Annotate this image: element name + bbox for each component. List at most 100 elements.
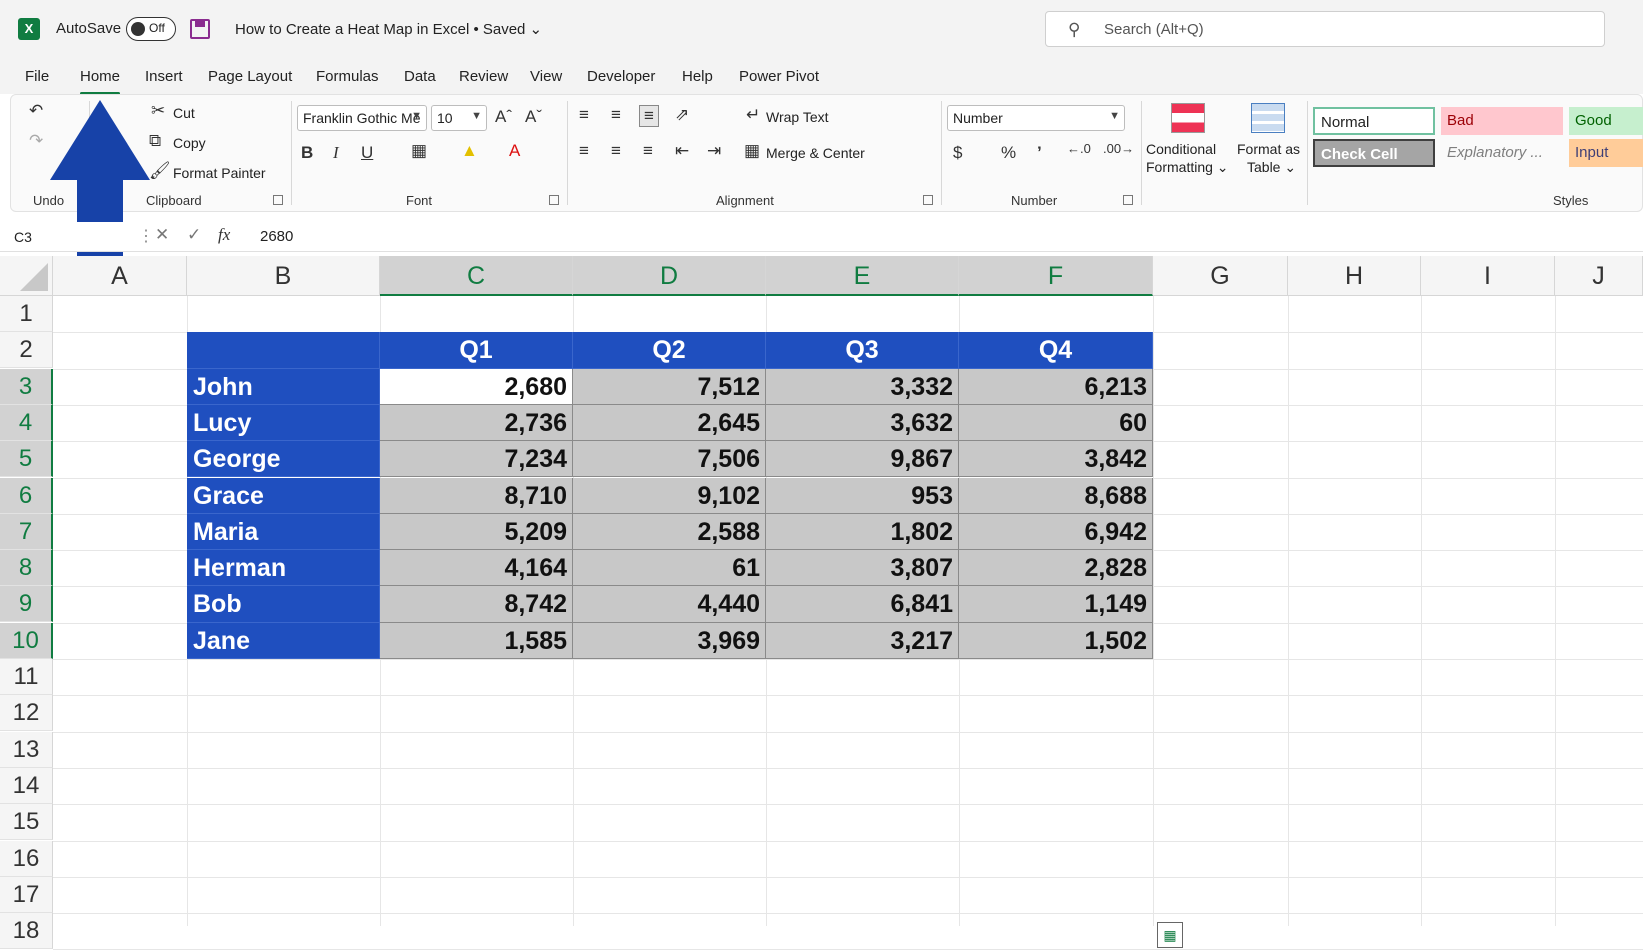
value-cell[interactable]: 7,512 [573, 368, 766, 405]
redo-icon[interactable]: ↷ [29, 131, 43, 151]
value-cell[interactable]: 1,585 [380, 622, 573, 659]
cut-icon[interactable]: ✂ [151, 101, 165, 121]
formula-input[interactable]: 2680 [260, 228, 293, 245]
row-header-9[interactable]: 9 [0, 586, 53, 623]
row-header-6[interactable]: 6 [0, 477, 53, 514]
align-center-icon[interactable]: ≡ [611, 141, 621, 161]
row-header-18[interactable]: 18 [0, 913, 53, 950]
value-cell[interactable]: 3,842 [959, 441, 1153, 478]
value-cell[interactable]: 7,234 [380, 441, 573, 478]
row-header-11[interactable]: 11 [0, 659, 53, 695]
column-header-g[interactable]: G [1153, 256, 1288, 296]
value-cell[interactable]: 9,867 [766, 441, 959, 478]
value-cell[interactable]: 3,632 [766, 404, 959, 442]
font-size-select[interactable]: 10 ▼ [431, 105, 487, 131]
value-cell[interactable]: 7,506 [573, 441, 766, 478]
table-header-q1[interactable]: Q1 [380, 332, 573, 369]
alignment-launcher-icon[interactable] [923, 195, 933, 205]
tab-data[interactable]: Data [404, 68, 436, 85]
enter-formula-icon[interactable]: ✓ [187, 225, 201, 245]
column-header-a[interactable]: A [53, 256, 187, 296]
number-format-select[interactable]: Number ▼ [947, 105, 1125, 131]
comma-style-icon[interactable]: ’ [1037, 143, 1042, 163]
autosave-toggle[interactable]: Off [126, 17, 176, 41]
name-cell[interactable]: Lucy [187, 404, 380, 442]
style-bad[interactable]: Bad [1441, 107, 1563, 135]
tab-power-pivot[interactable]: Power Pivot [739, 68, 819, 85]
row-header-2[interactable]: 2 [0, 332, 53, 369]
column-header-e[interactable]: E [766, 256, 959, 296]
name-box[interactable]: C3 [8, 224, 126, 250]
copy-button[interactable]: Copy [173, 135, 206, 151]
decrease-decimal-icon[interactable]: .00→ [1103, 141, 1134, 156]
value-cell[interactable]: 6,213 [959, 368, 1153, 405]
select-all-corner[interactable] [0, 256, 53, 296]
name-cell[interactable]: Grace [187, 477, 380, 514]
undo-icon[interactable]: ↶ [29, 101, 43, 121]
value-cell[interactable]: 60 [959, 404, 1153, 442]
align-left-icon[interactable]: ≡ [579, 141, 589, 161]
active-cell[interactable]: 2,680 [380, 368, 573, 405]
currency-icon[interactable]: $ [953, 143, 962, 163]
wrap-text-button[interactable]: Wrap Text [766, 109, 829, 125]
style-good[interactable]: Good [1569, 107, 1643, 135]
tab-view[interactable]: View [530, 68, 562, 85]
column-header-j[interactable]: J [1555, 256, 1643, 296]
document-title[interactable]: How to Create a Heat Map in Excel • Save… [235, 20, 542, 38]
clipboard-launcher-icon[interactable] [273, 195, 283, 205]
value-cell[interactable]: 8,710 [380, 477, 573, 514]
style-normal[interactable]: Normal [1313, 107, 1435, 135]
column-header-c[interactable]: C [380, 256, 573, 296]
row-header-16[interactable]: 16 [0, 840, 53, 877]
name-cell[interactable]: George [187, 441, 380, 478]
value-cell[interactable]: 1,149 [959, 586, 1153, 623]
font-color-icon[interactable]: A [509, 141, 520, 161]
value-cell[interactable]: 2,588 [573, 513, 766, 551]
row-header-10[interactable]: 10 [0, 622, 53, 659]
name-cell[interactable]: Jane [187, 622, 380, 659]
cancel-formula-icon[interactable]: ✕ [155, 225, 169, 245]
value-cell[interactable]: 3,332 [766, 368, 959, 405]
column-header-f[interactable]: F [959, 256, 1153, 296]
table-header-blank[interactable] [187, 332, 380, 369]
row-header-7[interactable]: 7 [0, 513, 53, 550]
style-check-cell[interactable]: Check Cell [1313, 139, 1435, 167]
tab-home[interactable]: Home [80, 68, 121, 95]
cut-button[interactable]: Cut [173, 105, 195, 121]
row-header-3[interactable]: 3 [0, 368, 53, 405]
value-cell[interactable]: 9,102 [573, 477, 766, 514]
font-name-select[interactable]: Franklin Gothic Me ▼ [297, 105, 427, 131]
font-launcher-icon[interactable] [549, 195, 559, 205]
value-cell[interactable]: 2,828 [959, 550, 1153, 587]
value-cell[interactable]: 4,164 [380, 550, 573, 587]
conditional-formatting-icon[interactable] [1171, 103, 1205, 133]
format-painter-button[interactable]: Format Painter [173, 165, 266, 181]
name-cell[interactable]: Bob [187, 586, 380, 623]
value-cell[interactable]: 4,440 [573, 586, 766, 623]
row-header-15[interactable]: 15 [0, 804, 53, 841]
tab-review[interactable]: Review [459, 68, 508, 85]
copy-icon[interactable]: ⧉ [149, 131, 161, 151]
italic-icon[interactable]: I [333, 143, 339, 163]
row-header-4[interactable]: 4 [0, 404, 53, 441]
borders-icon[interactable]: ▦ [411, 141, 427, 161]
orientation-icon[interactable]: ⇗ [675, 105, 689, 125]
name-cell[interactable]: Herman [187, 550, 380, 587]
name-cell[interactable]: Maria [187, 513, 380, 551]
row-header-17[interactable]: 17 [0, 876, 53, 913]
tab-developer[interactable]: Developer [587, 68, 655, 85]
increase-font-icon[interactable]: Aˆ [495, 107, 512, 127]
tab-help[interactable]: Help [682, 68, 713, 85]
bold-icon[interactable]: B [301, 143, 313, 163]
value-cell[interactable]: 2,645 [573, 404, 766, 442]
tab-insert[interactable]: Insert [145, 68, 183, 85]
row-header-1[interactable]: 1 [0, 296, 53, 332]
number-launcher-icon[interactable] [1123, 195, 1133, 205]
wrap-text-icon[interactable]: ↵ [746, 105, 760, 125]
search-box[interactable]: ⚲ Search (Alt+Q) [1045, 11, 1605, 47]
value-cell[interactable]: 5,209 [380, 513, 573, 551]
row-header-8[interactable]: 8 [0, 550, 53, 587]
value-cell[interactable]: 2,736 [380, 404, 573, 442]
percent-icon[interactable]: % [1001, 143, 1016, 163]
value-cell[interactable]: 3,217 [766, 622, 959, 659]
